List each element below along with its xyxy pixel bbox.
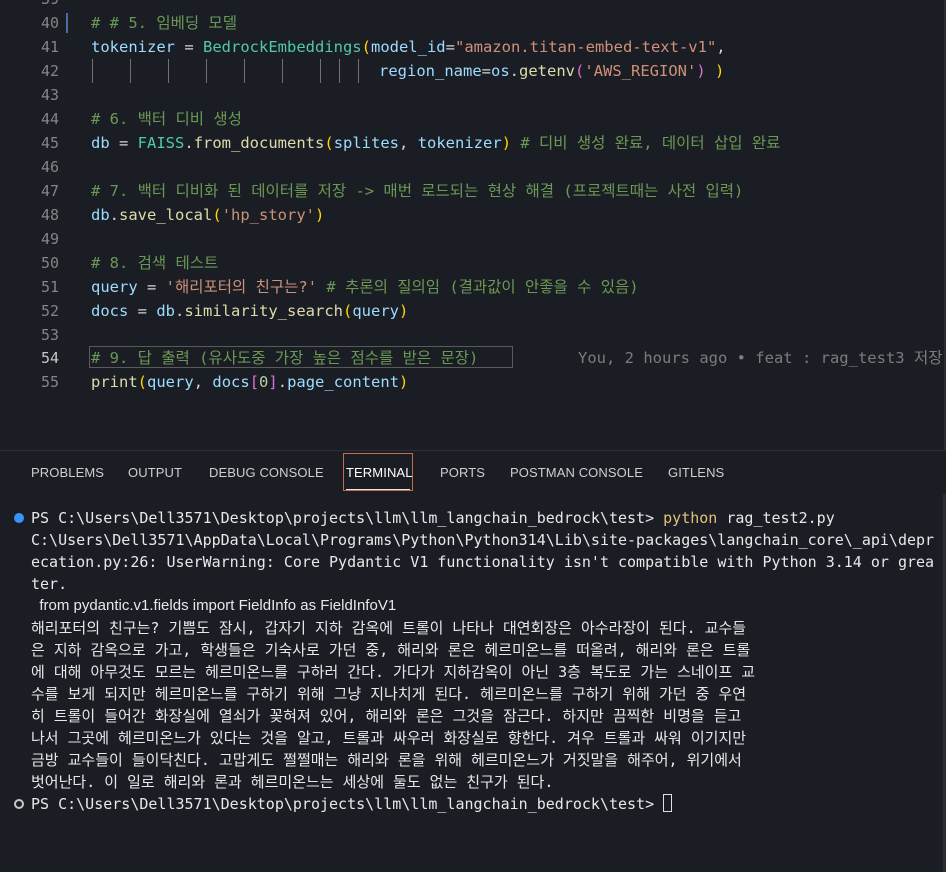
- line-number: 42: [40, 62, 59, 80]
- terminal-output-line: 은 지하 감옥으로 가고, 학생들은 기숙사로 가던 중, 해리와 론은 헤르미…: [31, 641, 751, 659]
- code-line-40[interactable]: 40 # # 5. 임베딩 모델: [0, 11, 946, 35]
- line-number: 48: [40, 206, 59, 224]
- code-line-49[interactable]: 49: [0, 227, 946, 251]
- tab-postman-console[interactable]: POSTMAN CONSOLE: [510, 465, 643, 480]
- tab-problems[interactable]: PROBLEMS: [31, 465, 104, 480]
- command-pending-dot-icon[interactable]: [14, 799, 24, 809]
- line-number: 51: [40, 278, 59, 296]
- line-number: 43: [40, 86, 59, 104]
- terminal-output-line: 해리포터의 친구는? 기쁨도 잠시, 갑자기 지하 감옥에 트롤이 나타나 대연…: [31, 619, 747, 637]
- code-editor[interactable]: 39 40 # # 5. 임베딩 모델 41 tokenizer = Bedro…: [0, 0, 946, 450]
- change-marker: [66, 13, 68, 33]
- code-text: db = FAISS.from_documents(splites, token…: [91, 134, 781, 152]
- code-line-48[interactable]: 48 db.save_local('hp_story'): [0, 203, 946, 227]
- line-number: 53: [40, 326, 59, 344]
- terminal-output-line: 에 대해 아무것도 모르는 헤르미온느를 구하러 간다. 가다가 지하감옥이 아…: [31, 663, 756, 681]
- code-text: db.save_local('hp_story'): [91, 206, 325, 224]
- code-line-41[interactable]: 41 tokenizer = BedrockEmbeddings(model_i…: [0, 35, 946, 59]
- comment: # 6. 백터 디비 생성: [91, 110, 242, 128]
- line-number: 40: [40, 14, 59, 32]
- code-line-55[interactable]: 55 print(query, docs[0].page_content): [0, 370, 946, 394]
- line-number: 46: [40, 158, 59, 176]
- terminal-output-line: 금방 교수들이 들이닥친다. 고맙게도 쩔쩔매는 해리와 론을 위해 헤르미온느…: [31, 751, 742, 769]
- terminal-output-line: 수를 보게 되지만 헤르미온느를 구하기 위해 그냥 지나치게 된다. 헤르미온…: [31, 685, 747, 703]
- panel-tab-bar: PROBLEMS OUTPUT DEBUG CONSOLE TERMINAL P…: [0, 450, 946, 495]
- git-blame-annotation[interactable]: You, 2 hours ago • feat : rag_test3 저장: [578, 346, 942, 370]
- line-number: 50: [40, 254, 59, 272]
- tab-gitlens[interactable]: GITLENS: [668, 465, 724, 480]
- tab-terminal[interactable]: TERMINAL: [346, 465, 413, 480]
- line-number: 45: [40, 134, 59, 152]
- terminal-output-line: 히 트롤이 들어간 화장실에 열쇠가 꽂혀져 있어, 해리와 론은 그것을 잠근…: [31, 707, 742, 725]
- line-number: 49: [40, 230, 59, 248]
- terminal-output-line: ecation.py:26: UserWarning: Core Pydanti…: [31, 553, 935, 571]
- code-line-43[interactable]: 43: [0, 83, 946, 107]
- comment: # # 5. 임베딩 모델: [91, 14, 237, 32]
- tab-debug-console[interactable]: DEBUG CONSOLE: [209, 465, 324, 480]
- comment: # 9. 답 출력 (유사도중 가장 높은 점수를 받은 문장): [91, 349, 479, 367]
- code-line-53[interactable]: 53: [0, 323, 946, 347]
- code-line-50[interactable]: 50 # 8. 검색 테스트: [0, 251, 946, 275]
- terminal[interactable]: PS C:\Users\Dell3571\Desktop\projects\ll…: [0, 494, 946, 872]
- comment: # 7. 백터 디비화 된 데이터를 저장 -> 매번 로드되는 현상 해결 (…: [91, 182, 744, 200]
- line-number: 47: [40, 182, 59, 200]
- terminal-command-line: PS C:\Users\Dell3571\Desktop\projects\ll…: [31, 509, 835, 527]
- code-text: print(query, docs[0].page_content): [91, 373, 409, 391]
- tab-output[interactable]: OUTPUT: [128, 465, 182, 480]
- comment: # 8. 검색 테스트: [91, 254, 219, 272]
- active-tab-underline: [346, 489, 410, 490]
- terminal-cursor: [663, 794, 673, 812]
- line-number: 55: [40, 373, 59, 391]
- code-line-51[interactable]: 51 query = '해리포터의 친구는?' # 추론의 질의임 (결과값이 …: [0, 275, 946, 299]
- terminal-output-line: ter.: [31, 575, 68, 593]
- line-number: 41: [40, 38, 59, 56]
- code-line-46[interactable]: 46: [0, 155, 946, 179]
- code-line-39[interactable]: 39: [0, 0, 946, 11]
- tab-ports[interactable]: PORTS: [440, 465, 485, 480]
- code-line-52[interactable]: 52 docs = db.similarity_search(query): [0, 299, 946, 323]
- line-number: 39: [0, 0, 59, 11]
- terminal-output-line: 벗어난다. 이 일로 해리와 론과 헤르미온느는 세상에 둘도 없는 친구가 된…: [31, 773, 554, 791]
- code-line-44[interactable]: 44 # 6. 백터 디비 생성: [0, 107, 946, 131]
- code-text: tokenizer = BedrockEmbeddings(model_id="…: [91, 38, 726, 56]
- terminal-output-line: from pydantic.v1.fields import FieldInfo…: [31, 597, 397, 614]
- command-success-dot-icon[interactable]: [14, 513, 24, 523]
- code-text: docs = db.similarity_search(query): [91, 302, 409, 320]
- code-line-45[interactable]: 45 db = FAISS.from_documents(splites, to…: [0, 131, 946, 155]
- terminal-output-line: 나서 그곳에 헤르미온느가 있다는 것을 알고, 트롤과 싸우러 화장실로 향한…: [31, 729, 747, 747]
- terminal-output-line: C:\Users\Dell3571\AppData\Local\Programs…: [31, 531, 935, 549]
- line-number: 52: [40, 302, 59, 320]
- code-line-47[interactable]: 47 # 7. 백터 디비화 된 데이터를 저장 -> 매번 로드되는 현상 해…: [0, 179, 946, 203]
- terminal-prompt-line[interactable]: PS C:\Users\Dell3571\Desktop\projects\ll…: [31, 793, 673, 815]
- code-text: region_name=os.getenv('AWS_REGION') ): [379, 62, 725, 80]
- code-line-42[interactable]: 42 region_name=os.getenv('AWS_REGION') ): [0, 59, 946, 83]
- code-line-54[interactable]: 54 # 9. 답 출력 (유사도중 가장 높은 점수를 받은 문장) You,…: [0, 346, 946, 370]
- line-number: 44: [40, 110, 59, 128]
- code-text: query = '해리포터의 친구는?' # 추론의 질의임 (결과값이 안좋을…: [91, 278, 639, 296]
- line-number: 54: [40, 349, 59, 367]
